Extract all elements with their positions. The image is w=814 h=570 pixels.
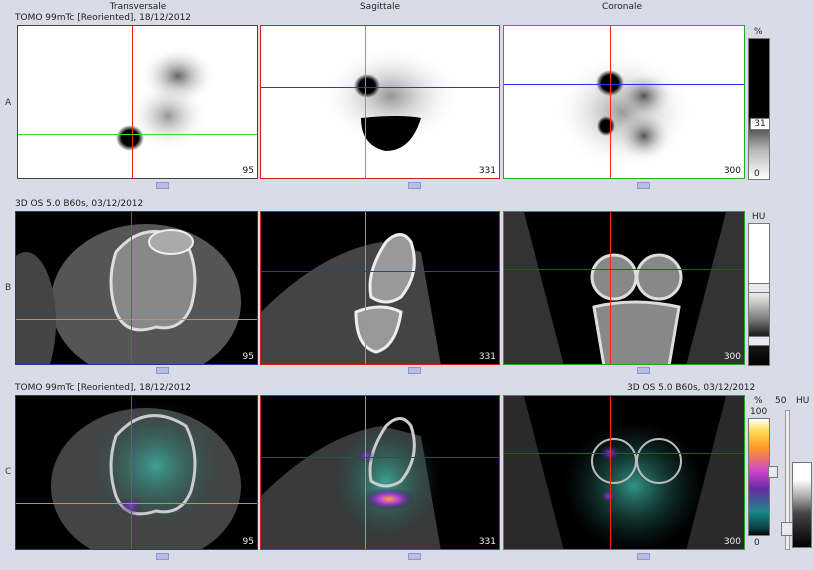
viewport-c-transversale[interactable]: 95: [15, 395, 258, 550]
row-label-b: B: [5, 283, 12, 293]
scale-a-min: 0: [754, 169, 760, 179]
slice-number: 300: [723, 166, 741, 176]
scale-c-threshold-handle[interactable]: [768, 466, 778, 478]
row-label-a: A: [5, 98, 12, 108]
slice-number: 95: [242, 537, 254, 547]
scale-b-handle-bottom[interactable]: [748, 336, 770, 346]
slice-number: 300: [723, 537, 741, 547]
crosshair-vertical[interactable]: [365, 26, 366, 178]
viewport-b-coronale[interactable]: 300: [503, 211, 745, 365]
slice-number: 331: [478, 352, 496, 362]
slider-b-coronale[interactable]: [637, 367, 650, 374]
viewport-c-sagittale[interactable]: 331: [260, 395, 500, 550]
header-coronale: Coronale: [601, 2, 643, 12]
viewport-c-coronale[interactable]: 300: [503, 395, 745, 550]
scale-c-colorbar[interactable]: [748, 418, 770, 536]
row-label-c: C: [5, 467, 12, 477]
row-b-title: 3D OS 5.0 B60s, 03/12/2012: [15, 199, 144, 209]
slider-b-transversale[interactable]: [156, 367, 169, 374]
row-a-title: TOMO 99mTc [Reoriented], 18/12/2012: [15, 13, 192, 23]
spect-coronale-image: [554, 51, 694, 171]
fusion-coronale-image: [504, 396, 744, 549]
crosshair-vertical[interactable]: [610, 396, 611, 549]
slider-c-transversale[interactable]: [156, 553, 169, 560]
spect-sagittale-image: [321, 46, 461, 151]
scale-c-unit-mid: 50: [775, 396, 787, 406]
crosshair-horizontal[interactable]: [504, 84, 744, 85]
scale-c-min: 0: [754, 538, 760, 548]
crosshair-horizontal[interactable]: [504, 453, 744, 454]
crosshair-horizontal[interactable]: [18, 134, 257, 135]
scale-c-hu-colorbar[interactable]: [792, 462, 812, 548]
crosshair-vertical[interactable]: [610, 26, 611, 178]
crosshair-horizontal[interactable]: [504, 269, 744, 270]
scale-c-unit-right: HU: [796, 396, 810, 406]
fusion-transversale-image: [51, 401, 241, 549]
scale-c-max: 100: [750, 407, 768, 417]
slider-a-transversale[interactable]: [156, 182, 169, 189]
slice-number: 331: [478, 537, 496, 547]
spect-transversale-image: [116, 46, 216, 151]
crosshair-horizontal[interactable]: [261, 271, 499, 272]
crosshair-horizontal[interactable]: [261, 87, 499, 88]
scale-b-handle-top[interactable]: [748, 283, 770, 293]
viewport-b-sagittale[interactable]: 331: [260, 211, 500, 365]
slider-a-coronale[interactable]: [637, 182, 650, 189]
scale-a-unit: %: [754, 27, 763, 37]
crosshair-vertical[interactable]: [365, 212, 366, 364]
viewport-a-transversale[interactable]: 95: [17, 25, 258, 179]
row-c-title-left: TOMO 99mTc [Reoriented], 18/12/2012: [15, 383, 192, 393]
scale-a-mid[interactable]: 31: [750, 118, 770, 130]
ct-sagittale-image: [261, 233, 441, 364]
ct-coronale-image: [504, 212, 744, 364]
slider-c-sagittale[interactable]: [408, 553, 421, 560]
viewport-b-transversale[interactable]: 95: [15, 211, 258, 365]
row-c-title-right: 3D OS 5.0 B60s, 03/12/2012: [627, 383, 756, 393]
slice-number: 300: [723, 352, 741, 362]
slider-b-sagittale[interactable]: [408, 367, 421, 374]
crosshair-horizontal[interactable]: [261, 457, 499, 458]
crosshair-vertical[interactable]: [131, 212, 132, 364]
slice-number: 95: [242, 352, 254, 362]
scale-c-unit-left: %: [754, 396, 763, 406]
crosshair-horizontal[interactable]: [16, 319, 257, 320]
fusion-sagittale-image: [261, 417, 441, 549]
ct-transversale-image: [16, 224, 241, 364]
viewport-a-sagittale[interactable]: 331: [260, 25, 500, 179]
crosshair-horizontal[interactable]: [16, 503, 257, 504]
crosshair-vertical[interactable]: [610, 212, 611, 364]
slider-c-coronale[interactable]: [637, 553, 650, 560]
header-transversale: Transversale: [109, 2, 167, 12]
header-sagittale: Sagittale: [359, 2, 401, 12]
crosshair-vertical[interactable]: [132, 26, 133, 178]
slice-number: 331: [478, 166, 496, 176]
slider-a-sagittale[interactable]: [408, 182, 421, 189]
scale-b-unit: HU: [752, 212, 766, 222]
crosshair-vertical[interactable]: [131, 396, 132, 549]
scale-a-colorbar[interactable]: [748, 38, 770, 180]
viewport-a-coronale[interactable]: 300: [503, 25, 745, 179]
slice-number: 95: [242, 166, 254, 176]
crosshair-vertical[interactable]: [365, 396, 366, 549]
